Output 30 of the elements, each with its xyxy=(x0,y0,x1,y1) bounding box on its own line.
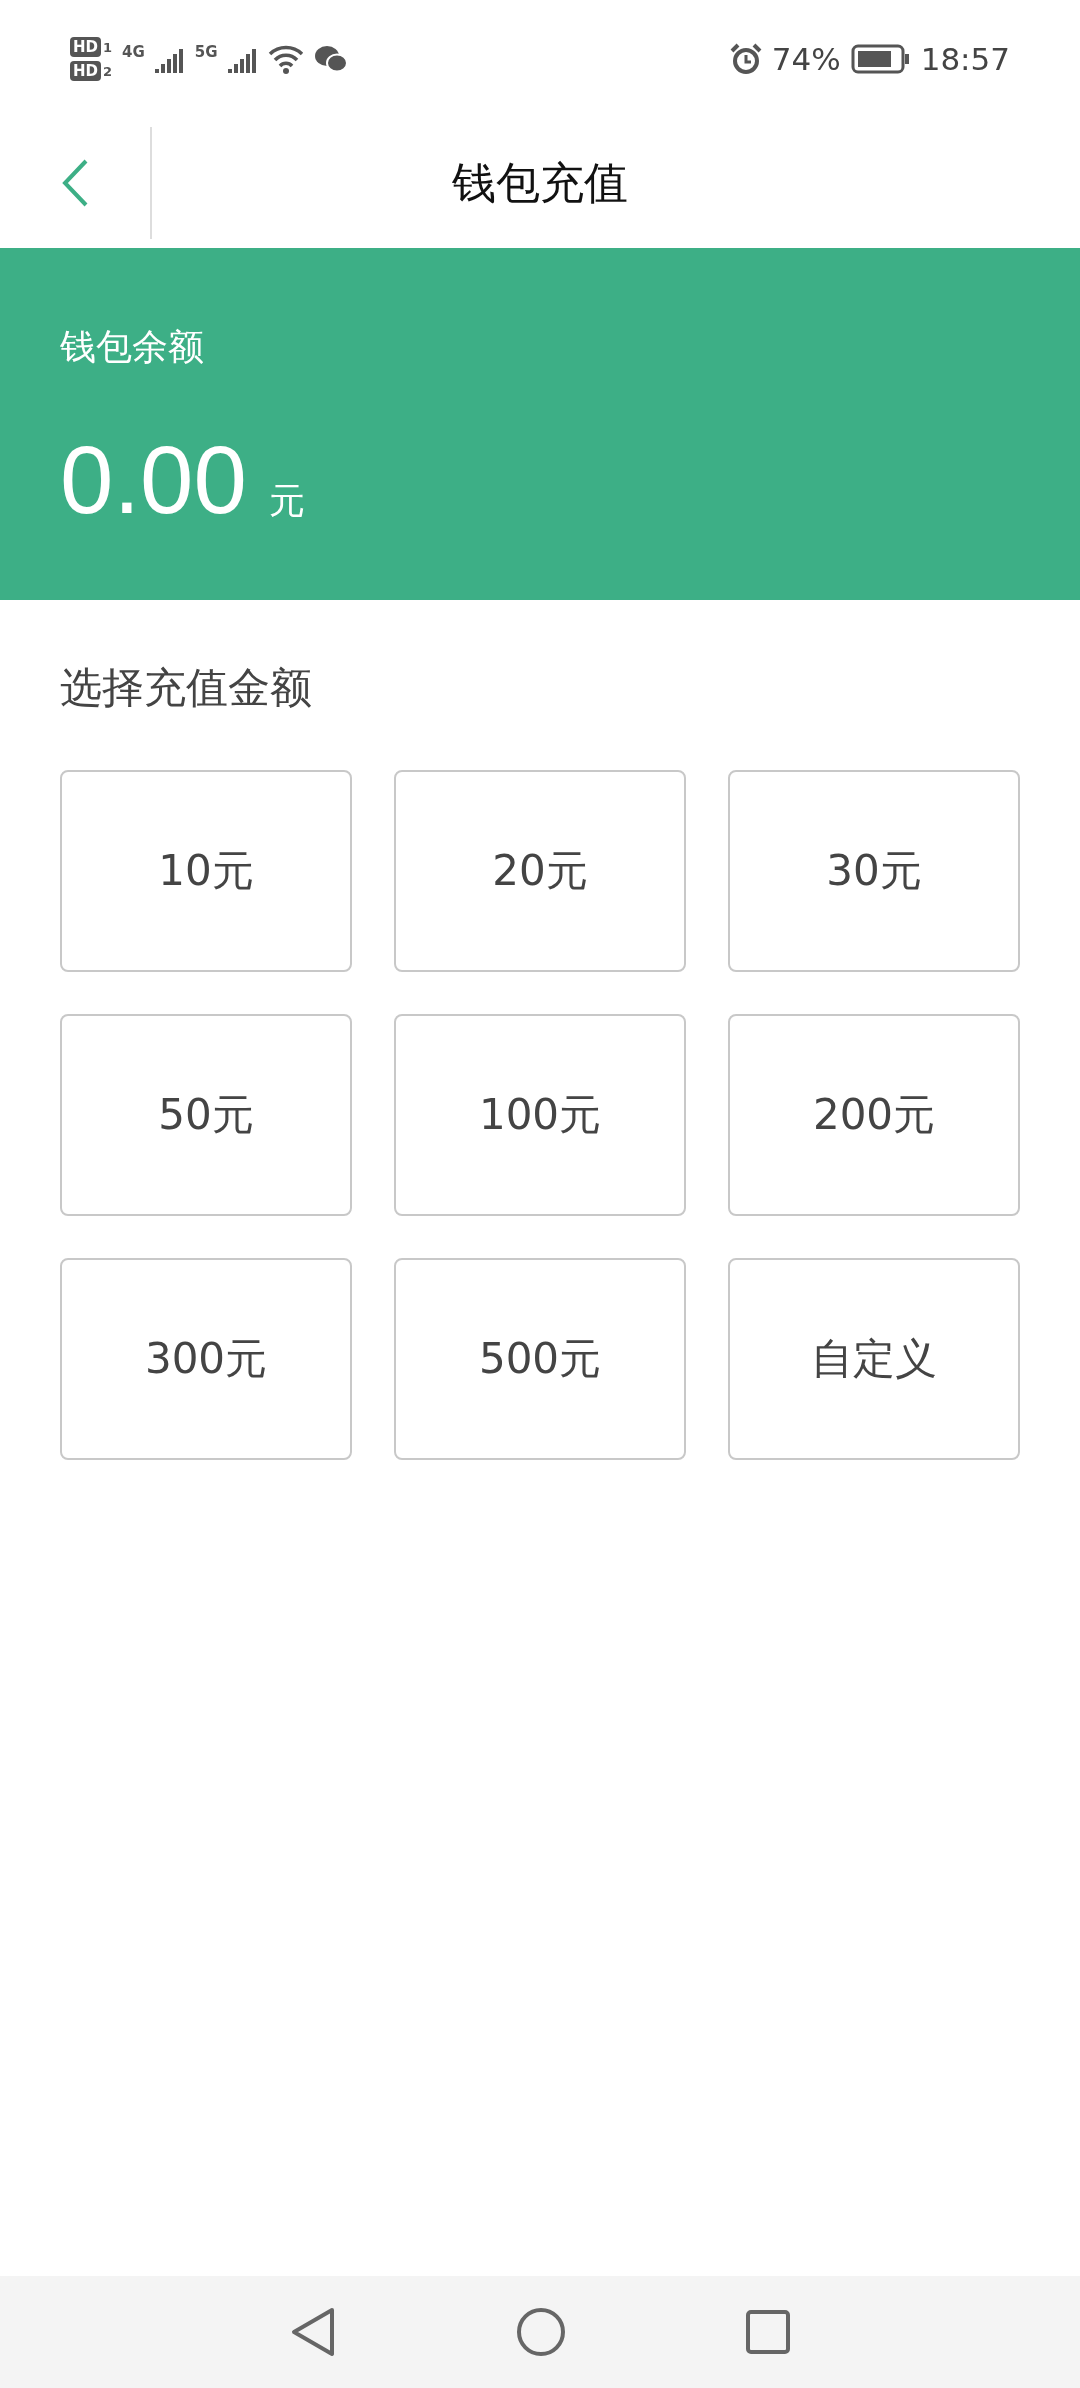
amount-option[interactable]: 100元 xyxy=(394,1014,686,1216)
balance-amount: 0.00 xyxy=(60,432,247,528)
network-type: 4G xyxy=(122,43,145,61)
sim-label: HD xyxy=(70,61,101,81)
balance-label: 钱包余额 xyxy=(60,325,204,369)
page-title: 钱包充值 xyxy=(452,155,628,210)
amount-option[interactable]: 自定义 xyxy=(728,1258,1020,1460)
wifi-icon xyxy=(267,44,304,74)
sim-index: 2 xyxy=(103,63,113,79)
chat-icon xyxy=(313,44,348,74)
clock-time: 18:57 xyxy=(920,41,1010,77)
back-nav-icon[interactable] xyxy=(290,2307,336,2357)
amount-option[interactable]: 30元 xyxy=(728,770,1020,972)
battery-percent: 74% xyxy=(771,41,841,77)
home-nav-icon[interactable] xyxy=(516,2307,566,2357)
amount-option[interactable]: 500元 xyxy=(394,1258,686,1460)
back-icon[interactable] xyxy=(60,157,90,209)
recents-nav-icon[interactable] xyxy=(746,2310,790,2354)
section-title: 选择充值金额 xyxy=(59,662,313,714)
amount-option[interactable]: 200元 xyxy=(728,1014,1020,1216)
battery-icon xyxy=(850,44,911,74)
amount-option[interactable]: 20元 xyxy=(394,770,686,972)
currency-unit: 元 xyxy=(268,479,305,523)
amount-option[interactable]: 50元 xyxy=(60,1014,352,1216)
network-type: 5G xyxy=(194,43,218,61)
alarm-icon xyxy=(729,43,762,75)
amount-option[interactable]: 10元 xyxy=(60,770,352,972)
amount-option[interactable]: 300元 xyxy=(60,1258,352,1460)
sim-label: HD xyxy=(70,37,101,57)
sim-index: 1 xyxy=(103,39,113,55)
